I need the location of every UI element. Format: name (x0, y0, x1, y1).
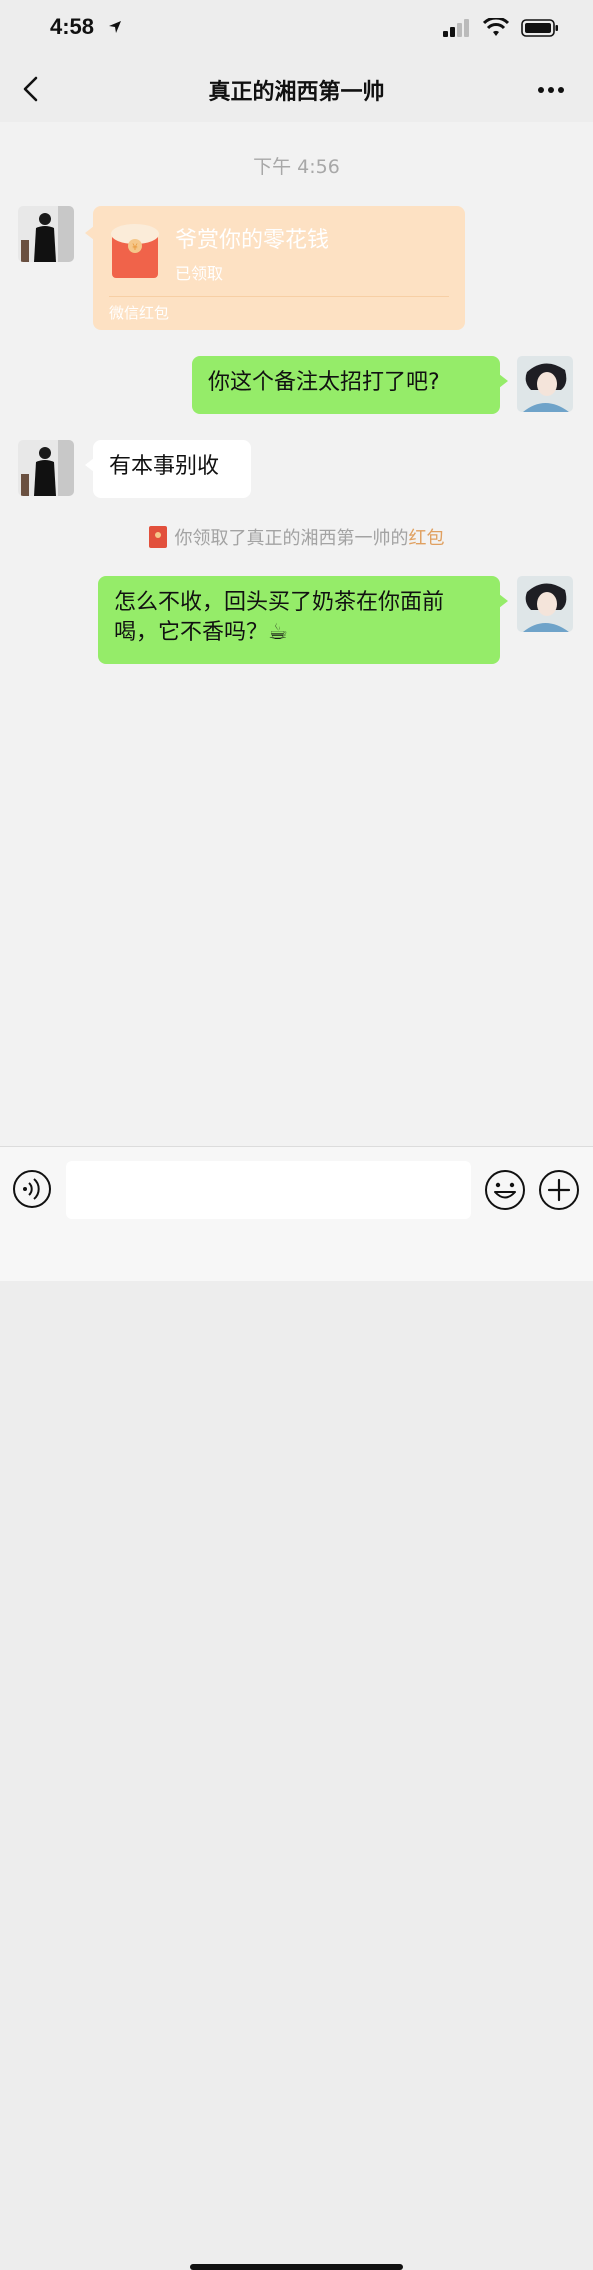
emoji-icon[interactable] (484, 1169, 526, 1211)
page-title: 真正的湘西第一帅 (208, 80, 385, 105)
red-packet-link[interactable]: 红包 (409, 528, 445, 549)
contact-avatar-image (18, 206, 74, 262)
location-arrow-icon (109, 21, 121, 33)
my-avatar[interactable] (517, 576, 573, 632)
contact-avatar[interactable] (18, 440, 74, 496)
status-icons (443, 18, 559, 38)
my-avatar-image (517, 356, 573, 412)
status-time: 4:58 (50, 14, 95, 39)
nav-bar: 真正的湘西第一帅 (0, 56, 593, 123)
status-bar: 4:58 (0, 0, 593, 56)
red-packet-footer: 微信红包 (109, 304, 170, 322)
svg-text:¥: ¥ (132, 243, 138, 253)
battery-icon (521, 19, 558, 37)
message-bubble-sent[interactable]: 你这个备注太招打了吧? (192, 356, 508, 414)
home-indicator (190, 2264, 403, 2270)
chat-timestamp: 下午 4:56 (253, 156, 340, 178)
system-notice-text: 你领取了真正的湘西第一帅的 (174, 528, 409, 549)
wifi-icon (483, 18, 509, 36)
contact-avatar-image (18, 440, 74, 496)
message-bubble-received[interactable]: 有本事别收 (85, 440, 251, 498)
message-bubble-sent[interactable]: 怎么不收，回头买了奶茶在你面前喝，它不香吗？☕ (98, 576, 508, 664)
voice-input-icon[interactable] (12, 1169, 52, 1209)
contact-avatar[interactable] (18, 206, 74, 262)
red-packet-divider (109, 296, 449, 297)
input-bar (0, 1146, 593, 2270)
plus-icon[interactable] (538, 1169, 580, 1211)
red-packet-icon: ¥ (111, 224, 159, 278)
chat-area[interactable]: 下午 4:56 ¥ 爷赏你的零花钱 已领取 微信红包 你这个备注太招打了吧? 有… (0, 122, 593, 1146)
my-avatar[interactable] (517, 356, 573, 412)
red-packet-title: 爷赏你的零花钱 (175, 228, 330, 253)
my-avatar-image (517, 576, 573, 632)
red-packet-status: 已领取 (175, 264, 224, 283)
system-notice: 你领取了真正的湘西第一帅的红包 (0, 524, 593, 550)
red-packet-mini-icon (148, 526, 167, 548)
more-options-icon[interactable] (537, 86, 565, 94)
red-packet-card[interactable]: ¥ 爷赏你的零花钱 已领取 微信红包 (85, 206, 465, 330)
message-input[interactable] (66, 1161, 471, 1219)
signal-icon (443, 19, 469, 37)
